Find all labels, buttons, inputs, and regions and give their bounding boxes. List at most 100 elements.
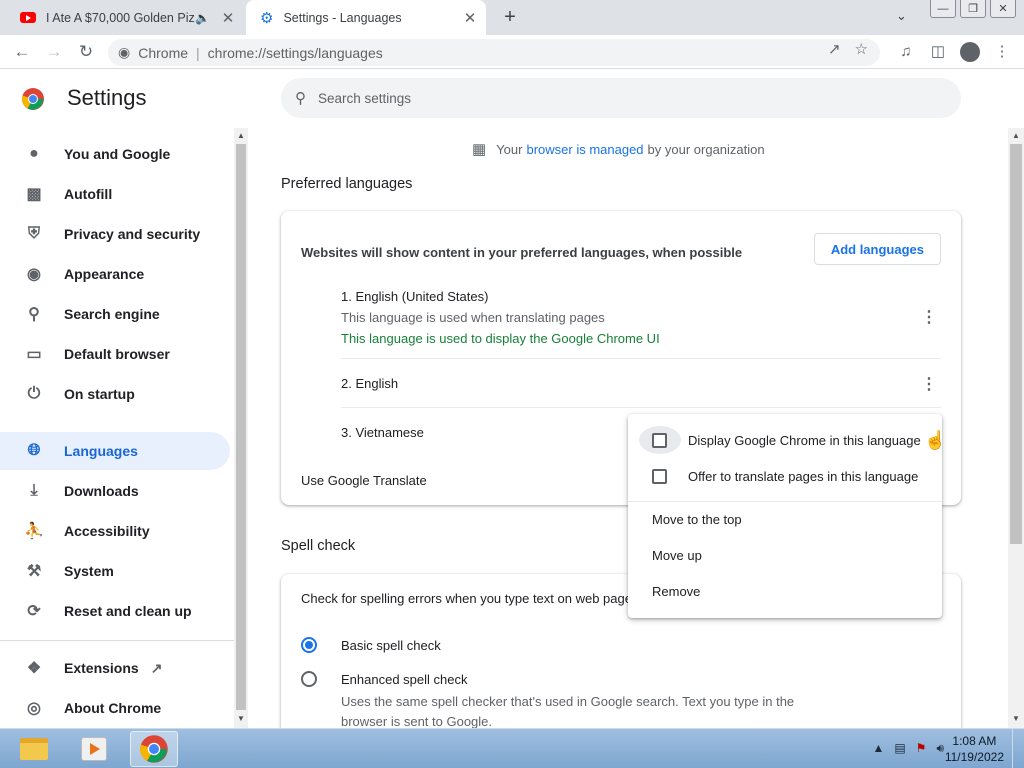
offer-translate-item[interactable]: Offer to translate pages in this languag… (628, 458, 942, 494)
search-icon: ⚲ (295, 90, 306, 107)
settings-sidebar: ● You and Google ▩ Autofill ⛨ Privacy and s… (0, 128, 234, 728)
sidebar-item-languages[interactable]: 🌐︎ Languages (0, 432, 230, 470)
profile-avatar[interactable] (958, 40, 982, 64)
menu-item-label: Offer to translate pages in this languag… (688, 468, 919, 484)
enhanced-spell-check-note: Uses the same spell checker that's used … (341, 694, 795, 729)
scroll-down-arrow-icon[interactable]: ▼ (234, 714, 248, 723)
share-icon[interactable]: ↗ (828, 40, 841, 58)
scroll-down-arrow-icon[interactable]: ▼ (1008, 714, 1024, 723)
basic-spell-check-radio[interactable] (301, 637, 317, 653)
search-box[interactable]: ⚲ (281, 78, 961, 118)
spell-check-heading: Spell check (281, 538, 356, 554)
move-up-item[interactable]: Move up (628, 537, 942, 573)
palette-icon: ◉ (27, 266, 41, 283)
forward-button[interactable]: → (42, 40, 66, 64)
sidebar-item-reset[interactable]: ⟳ Reset and clean up (0, 592, 230, 630)
managed-notice: ▦ Your browser is managed by your organi… (472, 140, 765, 158)
close-tab-icon[interactable]: ✕ (460, 9, 480, 27)
volume-icon[interactable]: 🔊︎ (936, 741, 944, 756)
sidebar-item-label: Languages (64, 443, 138, 459)
external-link-icon: ↗ (150, 659, 163, 676)
sidebar-item-label: Accessibility (64, 523, 150, 539)
add-languages-button[interactable]: Add languages (813, 233, 941, 265)
use-google-translate-label: Use Google Translate (301, 473, 427, 488)
browser-managed-link[interactable]: browser is managed (526, 142, 643, 157)
remove-item[interactable]: Remove (628, 573, 942, 609)
menu-item-label: Display Google Chrome in this language (688, 432, 921, 448)
network-icon[interactable]: ▤ (894, 741, 905, 756)
clipboard-icon: ▩ (26, 186, 42, 203)
tab-search-chevron-icon[interactable]: ⌄ (896, 8, 907, 24)
new-tab-button[interactable]: + (498, 5, 522, 29)
basic-spell-check-label[interactable]: Basic spell check (341, 638, 441, 653)
wrench-icon: ⚒ (26, 563, 42, 580)
scrollbar-thumb[interactable] (1010, 144, 1022, 544)
sidebar-item-on-startup[interactable]: ⏻ On startup (0, 375, 230, 413)
enhanced-spell-check-radio[interactable] (301, 671, 317, 687)
sidebar-item-label: Privacy and security (64, 226, 201, 242)
sidebar-item-default-browser[interactable]: ▭ Default browser (0, 335, 230, 373)
reset-icon: ⟳ (27, 603, 41, 620)
show-desktop-button[interactable] (1012, 729, 1024, 768)
sidebar-item-extensions[interactable]: ❖ Extensions ↗ (0, 649, 230, 687)
display-chrome-in-language-item[interactable]: Display Google Chrome in this language (628, 422, 942, 458)
tab-youtube[interactable]: I Ate A $70,000 Golden Pizza 🔈 ✕ (8, 0, 244, 35)
managed-prefix: Your (496, 141, 523, 157)
url-text: chrome://settings/languages (207, 44, 383, 61)
display-in-language-checkbox[interactable] (652, 432, 667, 448)
chrome-taskbar-button[interactable] (130, 731, 178, 767)
sidebar-item-label: System (64, 563, 114, 579)
address-bar[interactable]: ◉ Chrome | chrome://settings/languages (108, 39, 880, 66)
language-row: 2. English ⋮ (341, 374, 941, 394)
sidebar-item-autofill[interactable]: ▩ Autofill (0, 175, 230, 213)
sidebar-item-downloads[interactable]: ⤓ Downloads (0, 472, 230, 510)
menu-kebab-icon[interactable]: ⋮ (990, 40, 1014, 64)
sidebar-item-appearance[interactable]: ◉ Appearance (0, 255, 230, 293)
sidebar-item-accessibility[interactable]: ⛹ Accessibility (0, 512, 230, 550)
sidebar-item-label: About Chrome (64, 700, 162, 716)
scroll-up-arrow-icon[interactable]: ▲ (234, 131, 248, 140)
preferred-languages-heading: Preferred languages (281, 176, 413, 192)
sidebar-item-you-and-google[interactable]: ● You and Google (0, 135, 230, 173)
language-name: 2. English (341, 376, 399, 391)
offer-translate-checkbox[interactable] (652, 468, 667, 484)
scrollbar-thumb[interactable] (236, 144, 246, 710)
search-icon: ⚲ (28, 306, 40, 323)
minimize-button[interactable]: — (930, 0, 956, 18)
back-button[interactable]: ← (10, 40, 34, 64)
taskbar-clock[interactable]: 1:08 AM 11/19/2022 (945, 733, 1004, 765)
media-player-button[interactable] (70, 731, 118, 767)
main-scrollbar[interactable]: ▲ ▼ (1008, 128, 1024, 728)
scroll-up-arrow-icon[interactable]: ▲ (1008, 131, 1024, 140)
move-to-top-item[interactable]: Move to the top (628, 501, 942, 537)
youtube-icon (20, 12, 36, 23)
language-more-actions-icon[interactable]: ⋮ (917, 374, 941, 394)
sidebar-item-privacy[interactable]: ⛨ Privacy and security (0, 215, 230, 253)
sidebar-item-search-engine[interactable]: ⚲ Search engine (0, 295, 230, 333)
close-tab-icon[interactable]: ✕ (218, 9, 238, 27)
hand-cursor-icon: ☝ (924, 430, 947, 450)
sidebar-item-about-chrome[interactable]: ◎ About Chrome (0, 689, 230, 727)
sidebar-item-label: Reset and clean up (64, 603, 192, 619)
omnibox-actions: ↗ ☆ (828, 40, 868, 58)
action-center-flag-icon[interactable]: ⚑ (916, 741, 927, 756)
search-input[interactable] (318, 90, 918, 106)
media-control-icon[interactable]: ♫ (894, 40, 918, 64)
sidebar-item-system[interactable]: ⚒ System (0, 552, 230, 590)
side-panel-icon[interactable]: ◫ (926, 40, 950, 64)
speaker-icon[interactable]: 🔈 (195, 11, 210, 25)
show-hidden-icons-icon[interactable]: ▲ (872, 741, 884, 756)
tab-title: Settings - Languages (283, 10, 402, 25)
media-player-icon (81, 737, 107, 761)
restore-button[interactable]: ❐ (960, 0, 986, 18)
sidebar-scrollbar[interactable]: ▲ ▼ (234, 128, 248, 728)
enhanced-spell-check-label[interactable]: Enhanced spell check (341, 672, 467, 687)
reload-button[interactable]: ↻ (74, 40, 98, 64)
bookmark-star-icon[interactable]: ☆ (855, 40, 868, 58)
globe-icon: 🌐︎ (27, 442, 41, 459)
language-more-actions-icon[interactable]: ⋮ (917, 307, 941, 327)
tab-settings[interactable]: ⚙ Settings - Languages ✕ (246, 0, 486, 35)
file-explorer-button[interactable] (10, 731, 58, 767)
accessibility-icon: ⛹ (24, 523, 44, 540)
close-window-button[interactable]: ✕ (990, 0, 1016, 18)
